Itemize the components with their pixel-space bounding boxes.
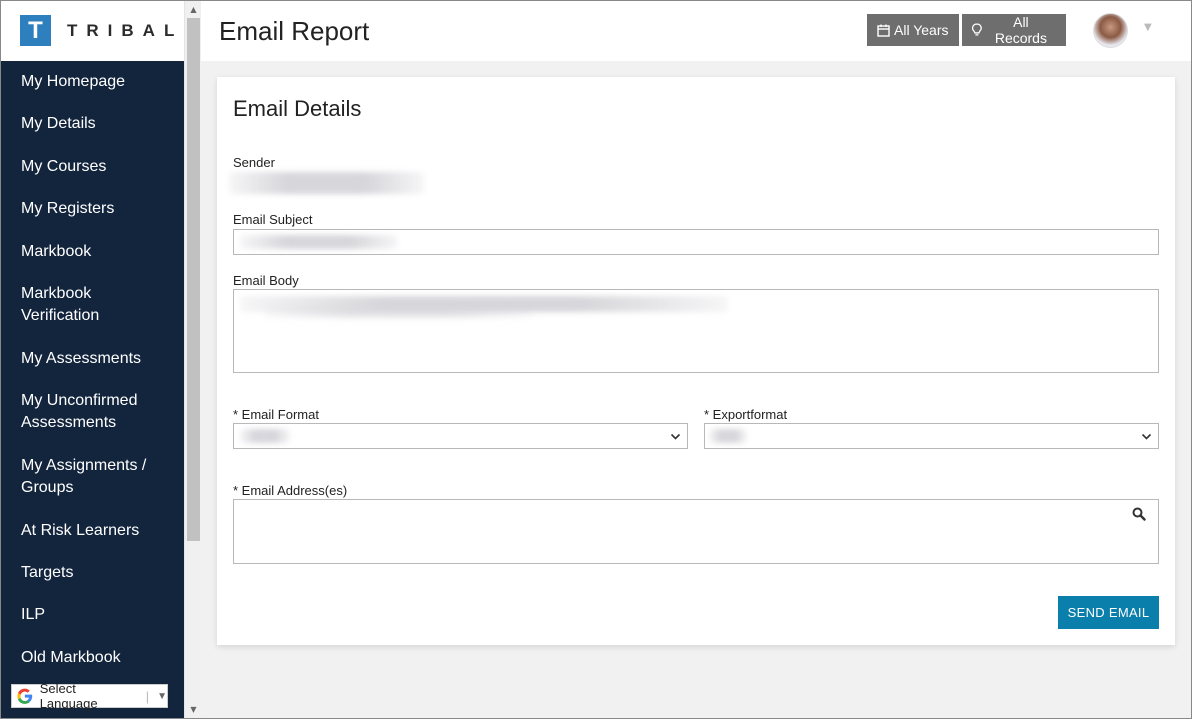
sidebar-item-label: Markbook — [21, 243, 92, 260]
exportformat-label: * Exportformat — [704, 407, 788, 422]
user-avatar[interactable] — [1093, 13, 1128, 48]
sidebar-item[interactable]: Markbook — [0, 241, 112, 263]
all-years-label: All Years — [894, 22, 949, 38]
sidebar-item[interactable]: My Courses — [0, 156, 127, 178]
email-subject-label: Email Subject — [233, 212, 313, 227]
email-format-select[interactable] — [233, 423, 688, 449]
top-header: Email Report All Years All Records ▼ — [201, 0, 1192, 61]
sidebar-item[interactable]: Old Markbook — [0, 647, 142, 669]
sidebar-item-label: Markbook — [21, 285, 92, 302]
lightbulb-icon — [972, 23, 982, 36]
all-records-label: All Records — [994, 14, 1047, 46]
email-addresses-input[interactable] — [233, 499, 1159, 564]
body-value-redacted-2 — [264, 308, 534, 318]
sidebar-scrollbar[interactable]: ▲ ▼ — [184, 0, 201, 719]
sidebar-item-label: My Assessments — [21, 350, 142, 367]
email-format-label: * Email Format — [233, 407, 319, 422]
card-title: Email Details — [233, 96, 362, 121]
sidebar-item[interactable]: At Risk Learners — [0, 520, 160, 542]
language-selector[interactable]: Select Language | ▼ — [11, 681, 168, 711]
sidebar-item-label: Targets — [21, 564, 74, 581]
sidebar: T TRIBAL My Homepage My Details My Courses… — [0, 0, 184, 719]
sidebar-item-label: Old Markbook — [21, 649, 121, 666]
sidebar-item-label: At Risk Learners — [21, 522, 140, 539]
email-format-value-redacted — [240, 429, 290, 443]
sidebar-item[interactable]: My Homepage — [0, 71, 146, 93]
sidebar-item-label: My Homepage — [21, 73, 126, 90]
email-subject-input[interactable] — [233, 229, 1159, 255]
sidebar-item[interactable]: My Registers — [0, 198, 135, 220]
calendar-icon — [877, 24, 890, 37]
sidebar-item-label: My Courses — [21, 158, 107, 175]
sidebar-item[interactable]: My Unconfirmed Assessments — [0, 390, 158, 434]
exportformat-select[interactable] — [704, 423, 1159, 449]
sender-label: Sender — [233, 155, 275, 170]
language-dropdown-arrow-icon[interactable]: ▼ — [157, 691, 167, 702]
language-separator: | — [145, 688, 150, 704]
page-title: Email Report — [219, 16, 370, 46]
sidebar-item-label: Assessments — [21, 414, 117, 431]
search-icon[interactable] — [1132, 507, 1146, 521]
logo-mark: T — [20, 15, 51, 46]
brand-logo[interactable]: T TRIBAL — [0, 0, 184, 61]
sender-value-redacted — [229, 172, 424, 194]
sidebar-item-label: ILP — [21, 606, 46, 623]
sidebar-item[interactable]: My Assignments / Groups — [0, 455, 167, 499]
user-menu-caret-icon[interactable]: ▼ — [1144, 22, 1152, 33]
scroll-thumb[interactable] — [187, 18, 200, 541]
sidebar-item-label: Groups — [21, 479, 74, 496]
sidebar-item-label: My Details — [21, 115, 96, 132]
sidebar-item[interactable]: ILP — [0, 604, 66, 626]
chevron-down-icon — [1141, 433, 1152, 440]
send-email-button[interactable]: SEND EMAIL — [1058, 596, 1159, 629]
sidebar-item-label: My Assignments / — [21, 457, 147, 474]
google-icon — [17, 688, 33, 704]
scroll-up-arrow-icon[interactable]: ▲ — [185, 2, 202, 17]
scroll-down-arrow-icon[interactable]: ▼ — [185, 702, 202, 717]
sidebar-item[interactable]: My Details — [0, 113, 117, 135]
email-body-label: Email Body — [233, 273, 299, 288]
sidebar-item-label: My Unconfirmed — [21, 392, 138, 409]
exportformat-value-redacted — [709, 429, 747, 443]
all-years-button[interactable]: All Years — [867, 14, 959, 46]
logo-text: TRIBAL — [67, 20, 184, 40]
email-addresses-label: * Email Address(es) — [233, 483, 348, 498]
sidebar-item-label: Verification — [21, 307, 100, 324]
sidebar-item[interactable]: Targets — [0, 562, 94, 584]
chevron-down-icon — [670, 433, 681, 440]
language-label: Select Language — [39, 681, 98, 711]
all-records-button[interactable]: All Records — [962, 14, 1066, 46]
sidebar-item[interactable]: Markbook Verification — [0, 283, 120, 327]
sidebar-item-label: My Registers — [21, 200, 115, 217]
email-body-textarea[interactable] — [233, 289, 1159, 373]
email-details-card: Email Details Sender Email Subject Email… — [217, 77, 1175, 645]
sidebar-item[interactable]: My Assessments — [0, 348, 162, 370]
subject-value-redacted — [240, 235, 398, 249]
